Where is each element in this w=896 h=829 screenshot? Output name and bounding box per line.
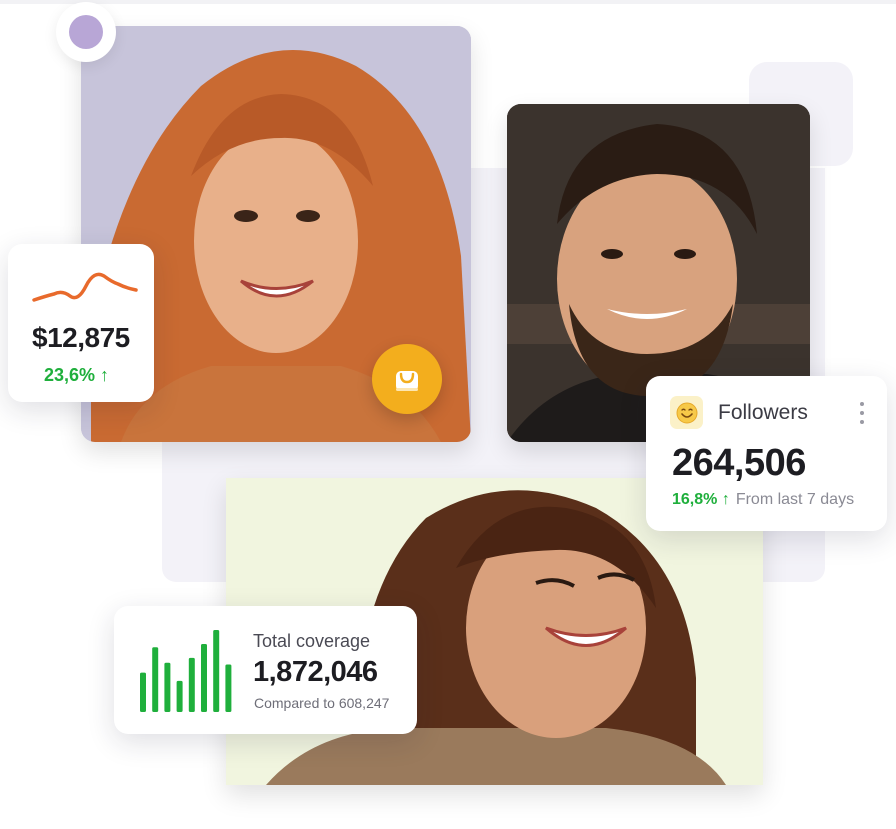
followers-change: 16,8% ↑	[672, 491, 730, 508]
trend-line-icon	[32, 272, 138, 302]
revenue-change: 23,6% ↑	[44, 365, 110, 385]
coverage-bar	[152, 647, 159, 712]
followers-card[interactable]: Followers 264,506 16,8% ↑ From last 7 day…	[646, 376, 887, 531]
followers-footer: 16,8% ↑ From last 7 days	[672, 491, 854, 509]
status-dot	[69, 15, 103, 49]
avatar-dot-ring	[56, 2, 116, 62]
coverage-bar	[188, 657, 195, 712]
coverage-bar	[176, 680, 183, 712]
revenue-card[interactable]: $12,875 23,6% ↑	[8, 244, 154, 402]
coverage-card[interactable]: Total coverage 1,872,046 Compared to 608…	[114, 606, 417, 734]
followers-title: Followers	[718, 401, 808, 424]
bar-chart-icon	[140, 630, 232, 712]
followers-period: From last 7 days	[735, 491, 855, 508]
revenue-amount: $12,875	[32, 322, 130, 353]
coverage-bar	[140, 672, 146, 712]
coverage-bar	[201, 643, 207, 712]
smiley-icon	[670, 396, 703, 429]
coverage-bar	[164, 662, 171, 712]
coverage-compare: Compared to 608,247	[254, 695, 390, 711]
coverage-value: 1,872,046	[253, 656, 378, 688]
shopping-bag-icon	[396, 371, 418, 391]
coverage-bar	[213, 630, 220, 712]
top-divider	[0, 0, 896, 4]
shopping-bag-badge[interactable]	[372, 344, 442, 414]
coverage-bar	[225, 664, 232, 712]
coverage-title: Total coverage	[253, 631, 371, 651]
more-vertical-icon[interactable]	[858, 402, 866, 424]
followers-count: 264,506	[672, 442, 806, 484]
